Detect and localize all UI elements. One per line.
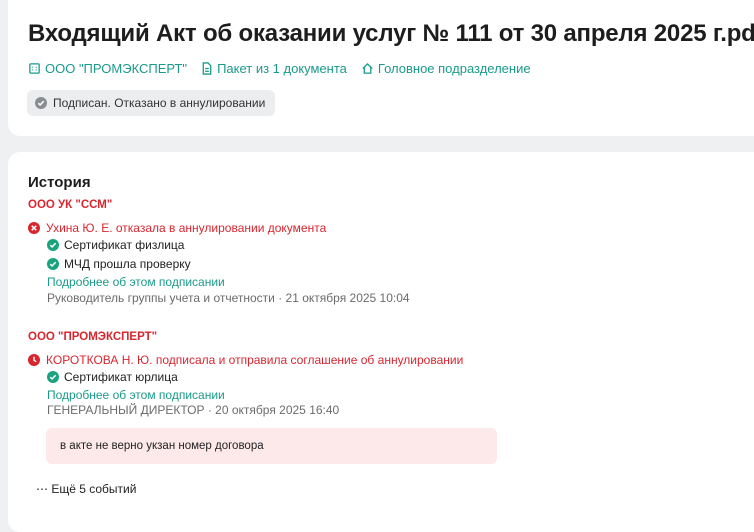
history-org: ООО УК "ССМ" bbox=[28, 199, 113, 211]
ellipsis-icon: ⋯ bbox=[36, 482, 48, 496]
clock-icon bbox=[28, 354, 40, 366]
history-org: ООО "ПРОМЭКСПЕРТ" bbox=[28, 331, 158, 343]
comment-text: в акте не верно укзан номер договора bbox=[60, 440, 264, 452]
package-link[interactable]: Пакет из 1 документа bbox=[201, 61, 347, 76]
check-label: Сертификат физлица bbox=[64, 238, 185, 252]
history-event: Ухина Ю. Е. отказала в аннулировании док… bbox=[28, 221, 326, 235]
signing-details-link[interactable]: Подробнее об этом подписании bbox=[47, 388, 225, 402]
check-item: Сертификат юрлица bbox=[47, 370, 178, 384]
org-link[interactable]: ООО "ПРОМЭКСПЕРТ" bbox=[28, 61, 187, 76]
building-icon bbox=[29, 63, 40, 74]
check-circle-icon bbox=[35, 97, 47, 109]
org-label: ООО "ПРОМЭКСПЕРТ" bbox=[45, 61, 188, 76]
home-icon bbox=[362, 62, 373, 74]
event-text: Ухина Ю. Е. отказала в аннулировании док… bbox=[46, 221, 327, 235]
reject-icon bbox=[28, 222, 40, 234]
event-text: КОРОТКОВА Н. Ю. подписала и отправила со… bbox=[46, 353, 464, 367]
history-event: КОРОТКОВА Н. Ю. подписала и отправила со… bbox=[28, 353, 463, 367]
package-label: Пакет из 1 документа bbox=[217, 61, 347, 76]
check-label: МЧД прошла проверку bbox=[64, 257, 191, 271]
history-heading: История bbox=[28, 174, 91, 191]
more-events-button[interactable]: ⋯ Ещё 5 событий bbox=[36, 482, 136, 496]
signer-info: ГЕНЕРАЛЬНЫЙ ДИРЕКТОР · 20 октября 2025 1… bbox=[47, 403, 340, 417]
signer-info: Руководитель группы учета и отчетности ·… bbox=[47, 291, 410, 305]
department-label: Головное подразделение bbox=[377, 61, 531, 76]
document-icon bbox=[202, 62, 212, 75]
check-circle-icon bbox=[47, 239, 59, 251]
status-badge: Подписан. Отказано в аннулировании bbox=[27, 90, 276, 116]
check-circle-icon bbox=[47, 371, 59, 383]
document-meta: ООО "ПРОМЭКСПЕРТ" Пакет из 1 документа Г… bbox=[28, 61, 545, 76]
check-item: МЧД прошла проверку bbox=[47, 257, 191, 271]
signing-details-link[interactable]: Подробнее об этом подписании bbox=[47, 275, 225, 289]
check-item: Сертификат физлица bbox=[47, 238, 184, 252]
document-title: Входящий Акт об оказании услуг № 111 от … bbox=[28, 20, 754, 47]
status-label: Подписан. Отказано в аннулировании bbox=[53, 96, 266, 110]
check-label: Сертификат юрлица bbox=[64, 370, 178, 384]
comment-box: в акте не верно укзан номер договора bbox=[46, 428, 497, 464]
check-circle-icon bbox=[47, 258, 59, 270]
more-events-label: Ещё 5 событий bbox=[51, 482, 137, 496]
department-link[interactable]: Головное подразделение bbox=[361, 61, 531, 76]
